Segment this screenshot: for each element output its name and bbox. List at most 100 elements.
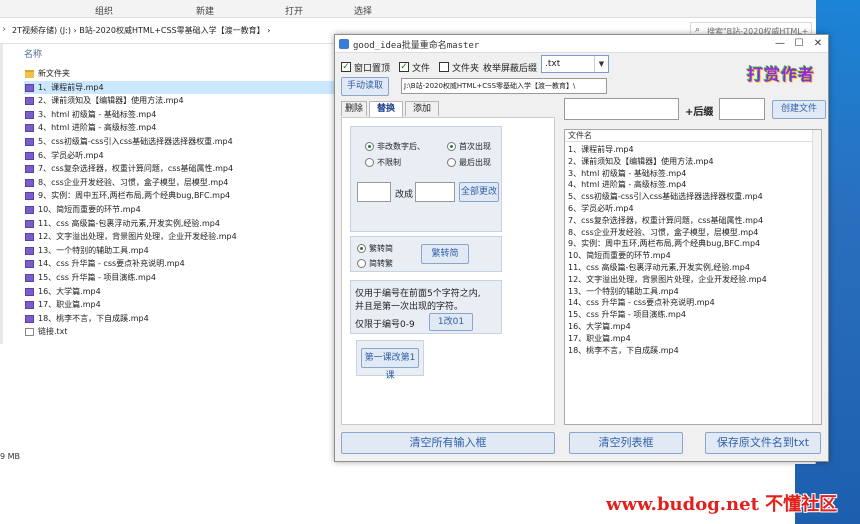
column-header-name[interactable]: 名称	[24, 47, 42, 60]
find-text-input[interactable]	[357, 182, 391, 202]
clear-inputs-button[interactable]: 清空所有输入框	[341, 432, 555, 454]
number-group: 仅用于编号在前面5个字符之内, 并且是第一次出现的字符。 仅限于编号0-9 1改…	[350, 280, 502, 334]
replace-text-input[interactable]	[415, 182, 455, 202]
checkbox-checked-icon: ✓	[341, 62, 351, 72]
list-item[interactable]: 18、桃李不言，下自成蹊.mp4	[568, 345, 813, 357]
convert-button[interactable]: 繁转简	[421, 244, 469, 264]
ribbon-organize[interactable]: 组织	[95, 4, 113, 17]
replace-group: 非改数字后、 不限制 首次出现 最后出现 改成 全部更改	[350, 126, 502, 232]
explorer-file-item[interactable]: 9、实例：周中五环,两栏布局,两个经典bug,BFC.mp4	[24, 189, 336, 203]
list-item[interactable]: 10、简短而重要的环节.mp4	[568, 250, 813, 262]
filename-listbox[interactable]: 文件名 1、课程前导.mp4 2、课前须知及【编辑器】使用方法.mp4 3、html…	[564, 129, 822, 425]
address-path[interactable]: 2T视频存储) (J:) › B站-2020权威HTML+CSS零基础入学【渡一…	[12, 25, 270, 36]
chapter-convert-button[interactable]: 第一课改第1课	[361, 348, 419, 381]
chevron-down-icon[interactable]: ▼	[594, 56, 608, 72]
app-titlebar[interactable]: good_idea批量重命名master — ☐ ✕	[335, 35, 828, 53]
close-button[interactable]: ✕	[809, 35, 827, 53]
ribbon-new[interactable]: 新建	[196, 4, 214, 17]
new-filename-input[interactable]	[564, 98, 679, 120]
window-topmost-checkbox[interactable]: ✓ 窗口置顶	[341, 60, 390, 74]
explorer-file-item[interactable]: 13、一个特别的辅助工具.mp4	[24, 244, 336, 258]
explorer-file-item[interactable]: 链接.txt	[24, 325, 336, 339]
video-file-icon	[25, 301, 34, 310]
list-item[interactable]: 13、一个特别的辅助工具.mp4	[568, 286, 813, 298]
explorer-file-name: 链接.txt	[38, 327, 68, 337]
list-item[interactable]: 14、css 升华篇 - css要点补充说明.mp4	[568, 297, 813, 309]
nav-chevron-icon[interactable]: ›	[2, 24, 6, 35]
explorer-file-item[interactable]: 7、css复杂选择器，权重计算问题，css基础属性.mp4	[24, 162, 336, 176]
list-item[interactable]: 15、css 升华篇 - 项目演练.mp4	[568, 309, 813, 321]
explorer-file-item[interactable]: 11、css 高级篇-包裹浮动元素,开发实例,经验.mp4	[24, 217, 336, 231]
radio-selected-icon	[447, 142, 456, 151]
minimize-button[interactable]: —	[771, 35, 789, 53]
ribbon-select[interactable]: 选择	[354, 4, 372, 17]
radio-simp-to-trad-label: 简转繁	[369, 259, 393, 268]
radio-mode-0[interactable]: 非改数字后、	[365, 141, 425, 152]
list-scrollbar[interactable]	[812, 130, 821, 424]
list-item[interactable]: 12、文字溢出处理，背景图片处理，企业开发经验.mp4	[568, 274, 813, 286]
list-item[interactable]: 2、课前须知及【编辑器】使用方法.mp4	[568, 156, 813, 168]
ribbon-open[interactable]: 打开	[285, 4, 303, 17]
video-file-icon	[25, 110, 34, 119]
nav-pane-edge	[0, 44, 3, 344]
explorer-file-item[interactable]: 16、大学篇.mp4	[24, 285, 336, 299]
status-size: 9 MB	[0, 452, 21, 461]
change-to-label: 改成	[395, 190, 414, 200]
list-item[interactable]: 3、html 初级篇 - 基础标签.mp4	[568, 168, 813, 180]
explorer-file-item[interactable]: 8、css企业开发经验、习惯，盒子模型，层模型.mp4	[24, 176, 336, 190]
list-item[interactable]: 6、学员必听.mp4	[568, 203, 813, 215]
list-item[interactable]: 17、职业篇.mp4	[568, 333, 813, 345]
suffix-input[interactable]	[719, 98, 765, 120]
list-item[interactable]: 1、课程前导.mp4	[568, 144, 813, 156]
explorer-file-item[interactable]: 4、html 进阶篇 - 高级标签.mp4	[24, 121, 336, 135]
folder-checkbox[interactable]: 文件夹	[439, 60, 479, 74]
maximize-button[interactable]: ☐	[790, 35, 808, 53]
explorer-file-item[interactable]: 1、课程前导.mp4	[24, 80, 336, 95]
explorer-file-name: 新文件夹	[38, 69, 70, 78]
ext-filter-select[interactable]: .txt ▼	[541, 55, 609, 73]
tab-delete[interactable]: 删除	[341, 101, 367, 116]
donate-logo[interactable]: 打赏作者	[743, 61, 819, 87]
create-file-button[interactable]: 创建文件	[772, 100, 826, 119]
list-item[interactable]: 8、css企业开发经验、习惯，盒子模型，层模型.mp4	[568, 227, 813, 239]
tab-add[interactable]: 添加	[405, 101, 439, 116]
manual-read-button[interactable]: 手动读取	[341, 77, 389, 96]
note-line-2: 并且是第一次出现的字符。	[355, 302, 464, 312]
radio-first-occurrence[interactable]: 首次出现	[447, 141, 491, 152]
explorer-file-item[interactable]: 10、简短而重要的环节.mp4	[24, 203, 336, 217]
explorer-file-item[interactable]: 新文件夹	[24, 67, 336, 81]
list-item[interactable]: 7、css复杂选择器，权重计算问题，css基础属性.mp4	[568, 215, 813, 227]
path-field[interactable]: J:\B站-2020权威HTML+CSS零基础入学【渡一教育】\	[401, 78, 607, 94]
explorer-file-item[interactable]: 2、课前须知及【编辑器】使用方法.mp4	[24, 94, 336, 108]
tab-replace[interactable]: 替换	[369, 101, 403, 117]
explorer-file-item[interactable]: 12、文字溢出处理，背景图片处理，企业开发经验.mp4	[24, 230, 336, 244]
list-item[interactable]: 5、css初级篇-css引入css基础选择器选择器权重.mp4	[568, 191, 813, 203]
file-checkbox[interactable]: ✓ 文件	[399, 60, 430, 74]
list-item[interactable]: 9、实例：周中五环,两栏布局,两个经典bug,BFC.mp4	[568, 238, 813, 250]
explorer-file-item[interactable]: 14、css 升华篇 - css要点补充说明.mp4	[24, 257, 336, 271]
explorer-file-list: 新文件夹 1、课程前导.mp4 2、课前须知及【编辑器】使用方法.mp4 3、html…	[24, 67, 336, 339]
radio-last-occurrence[interactable]: 最后出现	[447, 157, 491, 168]
replace-all-button[interactable]: 全部更改	[459, 182, 499, 202]
clear-list-button[interactable]: 清空列表框	[569, 432, 683, 454]
radio-first-label: 首次出现	[459, 142, 491, 151]
list-item[interactable]: 11、css 高级篇-包裹浮动元素,开发实例,经验.mp4	[568, 262, 813, 274]
explorer-file-item[interactable]: 15、css 升华篇 - 项目演练.mp4	[24, 271, 336, 285]
video-file-icon	[25, 246, 34, 255]
explorer-file-item[interactable]: 6、学员必听.mp4	[24, 149, 336, 163]
video-file-icon	[25, 314, 34, 323]
one-to-01-button[interactable]: 1改01	[429, 313, 473, 331]
explorer-file-item[interactable]: 3、html 初级篇 - 基础标签.mp4	[24, 108, 336, 122]
folder-checkbox-label: 文件夹	[452, 63, 480, 74]
radio-simp-to-trad[interactable]: 简转繁	[357, 258, 393, 269]
save-names-button[interactable]: 保存原文件名到txt	[705, 432, 821, 454]
radio-mode-1[interactable]: 不限制	[365, 157, 401, 168]
list-item[interactable]: 4、html 进阶篇 - 高级标签.mp4	[568, 179, 813, 191]
explorer-file-item[interactable]: 5、css初级篇-css引入css基础选择器选择器权重.mp4	[24, 135, 336, 149]
explorer-file-item[interactable]: 18、桃李不言，下自成蹊.mp4	[24, 312, 336, 326]
video-file-icon	[25, 178, 34, 187]
list-item[interactable]: 16、大学篇.mp4	[568, 321, 813, 333]
explorer-file-name: 13、一个特别的辅助工具.mp4	[38, 245, 149, 255]
explorer-file-item[interactable]: 17、职业篇.mp4	[24, 298, 336, 312]
radio-trad-to-simp[interactable]: 繁转简	[357, 243, 393, 254]
